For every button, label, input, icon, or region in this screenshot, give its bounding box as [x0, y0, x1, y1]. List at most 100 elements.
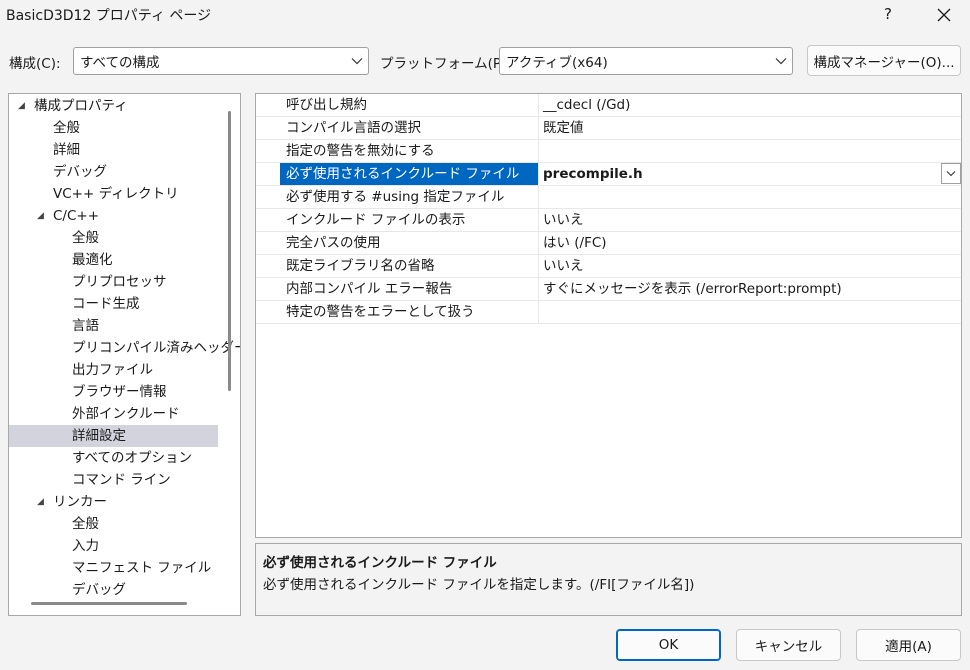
- tree-item[interactable]: 全般: [9, 227, 218, 249]
- property-value: はい (/FC): [539, 232, 961, 254]
- tree-item-label: デバッグ: [72, 582, 126, 598]
- property-row[interactable]: 必ず使用されるインクルード ファイル precompile.h: [256, 163, 961, 186]
- config-combo[interactable]: すべての構成: [73, 47, 369, 75]
- config-manager-button[interactable]: 構成マネージャー(O)...: [807, 45, 961, 76]
- tree-item[interactable]: 詳細設定: [9, 425, 218, 447]
- tree-item-label: 全般: [72, 230, 99, 246]
- tree-item-label: 全般: [72, 516, 99, 532]
- property-row[interactable]: 内部コンパイル エラー報告 すぐにメッセージを表示 (/errorReport:p…: [256, 278, 961, 301]
- tree-item[interactable]: すべてのオプション: [9, 447, 218, 469]
- tree-item-label: ブラウザー情報: [72, 384, 167, 400]
- tree-item[interactable]: 出力ファイル: [9, 359, 218, 381]
- apply-button[interactable]: 適用(A): [856, 629, 961, 661]
- property-value-text: __cdecl (/Gd): [543, 97, 631, 113]
- tree-item-label: 詳細: [53, 142, 80, 158]
- property-name: 必ず使用する #using 指定ファイル: [280, 186, 539, 208]
- property-value-text: 既定値: [543, 120, 584, 136]
- tree-item[interactable]: コマンド ライン: [9, 469, 218, 491]
- property-value-text: いいえ: [543, 212, 584, 228]
- property-value-text: すぐにメッセージを表示 (/errorReport:prompt): [543, 281, 842, 297]
- property-row[interactable]: 完全パスの使用 はい (/FC): [256, 232, 961, 255]
- tree-item[interactable]: ◢ 構成プロパティ: [9, 95, 218, 117]
- property-name: 既定ライブラリ名の省略: [280, 255, 539, 277]
- tree-item[interactable]: プリコンパイル済みヘッダー: [9, 337, 240, 359]
- property-name: コンパイル言語の選択: [280, 117, 539, 139]
- tree-item[interactable]: 入力: [9, 535, 218, 557]
- tree-item[interactable]: プリプロセッサ: [9, 271, 218, 293]
- tree-item-label: VC++ ディレクトリ: [53, 186, 179, 202]
- expand-triangle-icon[interactable]: ◢: [18, 95, 25, 117]
- title-bar: BasicD3D12 プロパティ ページ ?: [0, 0, 970, 30]
- tree-item-label: プリプロセッサ: [72, 274, 167, 290]
- property-row[interactable]: 指定の警告を無効にする: [256, 140, 961, 163]
- property-value: [539, 301, 961, 323]
- tree-item[interactable]: 外部インクルード: [9, 403, 218, 425]
- tree-item-label: マニフェスト ファイル: [72, 560, 212, 576]
- property-value[interactable]: precompile.h: [539, 163, 961, 185]
- property-row[interactable]: コンパイル言語の選択 既定値: [256, 117, 961, 140]
- tree-item-label: プリコンパイル済みヘッダー: [72, 340, 241, 356]
- property-row[interactable]: 特定の警告をエラーとして扱う: [256, 301, 961, 324]
- property-row[interactable]: 既定ライブラリ名の省略 いいえ: [256, 255, 961, 278]
- close-button[interactable]: [918, 0, 970, 30]
- platform-combo[interactable]: アクティブ(x64): [499, 47, 793, 75]
- tree-item-label: リンカー: [53, 494, 107, 510]
- property-name: 必ず使用されるインクルード ファイル: [280, 163, 539, 185]
- property-value: いいえ: [539, 209, 961, 231]
- property-value-text: はい (/FC): [543, 235, 607, 251]
- tree-item[interactable]: 詳細: [9, 139, 218, 161]
- property-value: [539, 140, 961, 162]
- chevron-down-icon: [770, 48, 792, 74]
- cancel-button[interactable]: キャンセル: [736, 629, 841, 661]
- property-name: インクルード ファイルの表示: [280, 209, 539, 231]
- close-icon: [937, 8, 951, 22]
- property-value: __cdecl (/Gd): [539, 94, 961, 116]
- tree-horizontal-scrollbar[interactable]: [31, 602, 187, 605]
- tree-item-label: 詳細設定: [72, 428, 126, 444]
- chevron-down-icon: [946, 171, 956, 177]
- property-name: 呼び出し規約: [280, 94, 539, 116]
- tree-item-label: 入力: [72, 538, 99, 554]
- tree-item-label: デバッグ: [53, 164, 107, 180]
- tree-item-label: 最適化: [72, 252, 113, 268]
- tree-item[interactable]: VC++ ディレクトリ: [9, 183, 218, 205]
- ok-button[interactable]: OK: [616, 629, 721, 661]
- help-button[interactable]: ?: [868, 0, 908, 30]
- property-tree[interactable]: ◢ 構成プロパティ 全般 詳細 デバッグ VC++ ディレクトリ ◢ C/C++ 全般 最適化 プリ…: [8, 93, 241, 616]
- value-dropdown-button[interactable]: [941, 163, 961, 184]
- property-value-text: いいえ: [543, 258, 584, 274]
- property-name: 内部コンパイル エラー報告: [280, 278, 539, 300]
- tree-item[interactable]: ◢ リンカー: [9, 491, 218, 513]
- platform-label: プラットフォーム(P):: [380, 56, 511, 72]
- tree-item[interactable]: 言語: [9, 315, 218, 337]
- tree-item[interactable]: コード生成: [9, 293, 218, 315]
- tree-item-label: 構成プロパティ: [34, 98, 128, 114]
- tree-vertical-scrollbar[interactable]: [228, 111, 231, 391]
- tree-item[interactable]: 最適化: [9, 249, 218, 271]
- tree-item[interactable]: デバッグ: [9, 579, 218, 601]
- tree-item[interactable]: 全般: [9, 513, 218, 535]
- tree-item[interactable]: マニフェスト ファイル: [9, 557, 218, 579]
- tree-item-label: C/C++: [53, 208, 100, 224]
- property-name: 指定の警告を無効にする: [280, 140, 539, 162]
- tree-item[interactable]: 全般: [9, 117, 218, 139]
- expand-triangle-icon[interactable]: ◢: [37, 205, 44, 227]
- description-pane: 必ず使用されるインクルード ファイル 必ず使用されるインクルード ファイルを指定…: [255, 543, 962, 616]
- tree-item-label: 出力ファイル: [72, 362, 153, 378]
- tree-item-label: 全般: [53, 120, 80, 136]
- tree-item-label: すべてのオプション: [72, 450, 193, 466]
- tree-item-label: 言語: [72, 318, 99, 334]
- tree-item[interactable]: デバッグ: [9, 161, 218, 183]
- tree-item[interactable]: ◢ C/C++: [9, 205, 218, 227]
- config-value: すべての構成: [80, 55, 160, 71]
- property-row[interactable]: インクルード ファイルの表示 いいえ: [256, 209, 961, 232]
- property-row[interactable]: 呼び出し規約 __cdecl (/Gd): [256, 94, 961, 117]
- expand-triangle-icon[interactable]: ◢: [37, 491, 44, 513]
- window-title: BasicD3D12 プロパティ ページ: [6, 8, 212, 24]
- tree-item[interactable]: ブラウザー情報: [9, 381, 218, 403]
- property-row[interactable]: 必ず使用する #using 指定ファイル: [256, 186, 961, 209]
- property-name: 特定の警告をエラーとして扱う: [280, 301, 539, 323]
- property-value: 既定値: [539, 117, 961, 139]
- tree-item-label: コマンド ライン: [72, 472, 171, 488]
- platform-value: アクティブ(x64): [506, 55, 608, 71]
